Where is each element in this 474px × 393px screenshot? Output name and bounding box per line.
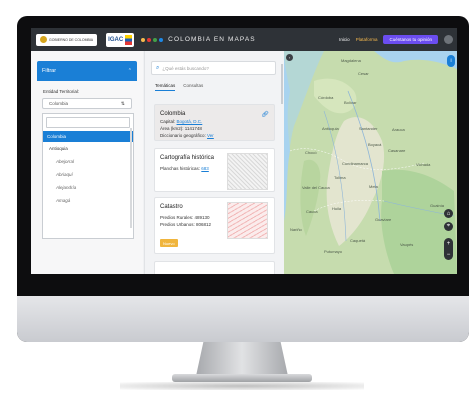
search-placeholder: ¿Qué estás buscando? xyxy=(162,65,209,71)
filter-header[interactable]: Filtrar ⌃ xyxy=(37,61,137,81)
dropdown-search-input[interactable] xyxy=(46,117,130,128)
cartografia-card[interactable]: Cartografía histórica Planchas histórica… xyxy=(154,148,275,192)
map-label: Arauca xyxy=(392,127,405,132)
map-label: Tolima xyxy=(334,175,346,180)
app-title: COLOMBIA EN MAPAS xyxy=(168,36,256,43)
map-label: Putumayo xyxy=(324,249,343,254)
map-label: Antioquia xyxy=(322,126,339,131)
nav-inicio[interactable]: Inicio xyxy=(339,37,350,42)
search-input[interactable]: ⌕ ¿Qué estás buscando? xyxy=(151,61,276,75)
map-label: Casanare xyxy=(388,148,406,153)
dropdown-option[interactable]: Antioquia xyxy=(43,142,133,155)
brand-dot-icon xyxy=(147,37,152,42)
home-icon[interactable]: ⌂ xyxy=(444,209,453,218)
entity-select[interactable]: Colombia ⇅ xyxy=(42,98,132,109)
monitor-stand xyxy=(196,342,288,376)
new-badge: Nuevo xyxy=(160,239,178,247)
zoom-out-button[interactable]: − xyxy=(447,252,451,258)
map-label: Guainía xyxy=(430,203,445,208)
map-label: Vichada xyxy=(416,162,431,167)
collapse-panel-icon[interactable]: ‹ xyxy=(286,54,293,61)
map-label: Huila xyxy=(332,206,342,211)
brand-dots xyxy=(141,37,164,42)
capital-link[interactable]: Bogotá, D.C. xyxy=(177,119,203,124)
dictionary-line: Diccionario geográfico: Ver xyxy=(160,133,274,138)
map-label: Boyacá xyxy=(368,142,382,147)
capital-label: Capital: xyxy=(160,119,176,124)
app-screen: GOBIERNO DE COLOMBIA IGAC COLOMBIA EN MA… xyxy=(31,28,457,274)
monitor-chin xyxy=(17,296,469,342)
planchas-label: Planchas históricas: xyxy=(160,166,201,171)
brand-dot-icon xyxy=(159,37,164,42)
brand-dot-icon xyxy=(141,37,146,42)
search-icon: ⌕ xyxy=(156,64,160,71)
dictionary-link[interactable]: Ver xyxy=(207,133,214,138)
map-label: Cauca xyxy=(306,209,318,214)
catastro-card[interactable]: Catastro Predios Rurales: 489130 Predios… xyxy=(154,197,275,254)
gov-logo-text: GOBIERNO DE COLOMBIA xyxy=(49,37,94,42)
dropdown-option[interactable]: Amagá xyxy=(43,194,133,207)
gov-logo[interactable]: GOBIERNO DE COLOMBIA xyxy=(36,33,98,46)
user-icon[interactable] xyxy=(444,35,453,44)
map-label: Córdoba xyxy=(318,95,334,100)
entity-label: Entidad Territorial: xyxy=(43,89,80,94)
gov-seal-icon xyxy=(40,36,47,43)
nav-plataforma[interactable]: Plataforma xyxy=(356,37,378,42)
map-label: Vaupés xyxy=(400,242,414,247)
tab-tematicas[interactable]: Temáticas xyxy=(155,83,176,91)
entity-select-value: Colombia xyxy=(49,101,69,106)
content-scrollbar[interactable] xyxy=(281,64,283,104)
map-label: Chocó xyxy=(305,150,317,155)
card-title: Colombia xyxy=(160,111,186,117)
brand-dot-icon xyxy=(153,37,158,42)
monitor-base xyxy=(172,374,312,382)
content-tabs: Temáticas Consultas xyxy=(155,83,203,91)
next-card[interactable] xyxy=(154,261,275,274)
dropdown-option[interactable]: Abejorral xyxy=(43,155,133,168)
map-label: Nariño xyxy=(290,227,302,232)
dropdown-option[interactable]: Abriaquí xyxy=(43,168,133,181)
igac-flag-icon xyxy=(125,34,133,45)
map-label: Bolívar xyxy=(344,100,357,105)
top-navbar: GOBIERNO DE COLOMBIA IGAC COLOMBIA EN MA… xyxy=(31,28,457,51)
map-label: Santander xyxy=(359,126,378,131)
area-text: Área (km2): 1141748 xyxy=(160,126,202,131)
map-label: Cundinamarca xyxy=(342,161,369,166)
dropdown-scrollbar[interactable] xyxy=(130,128,132,228)
dictionary-label: Diccionario geográfico: xyxy=(160,133,206,138)
map-label: Caquetá xyxy=(350,238,366,243)
sort-arrows-icon: ⇅ xyxy=(120,100,125,107)
dropdown-option[interactable]: Alejandría xyxy=(43,181,133,194)
zoom-in-button[interactable]: + xyxy=(447,241,451,247)
filter-sidebar: Filtrar ⌃ Entidad Territorial: Colombia … xyxy=(31,51,143,274)
capital-line: Capital: Bogotá, D.C. xyxy=(160,119,274,124)
link-icon[interactable]: 🔗︎ xyxy=(261,111,269,118)
zoom-control: + − xyxy=(444,238,453,260)
locate-icon[interactable]: ⌖ xyxy=(444,222,453,231)
map-label: Guaviare xyxy=(375,217,392,222)
colombia-card[interactable]: Colombia 🔗︎ Capital: Bogotá, D.C. Área (… xyxy=(154,104,275,141)
entity-dropdown: Colombia Antioquia Abejorral Abriaquí Al… xyxy=(42,113,134,239)
igac-logo-text: IGAC xyxy=(108,36,124,43)
colombia-map xyxy=(284,51,457,274)
historic-map-thumbnail xyxy=(227,153,268,190)
planchas-link[interactable]: 683 xyxy=(201,166,209,171)
dropdown-option[interactable]: Colombia xyxy=(43,131,133,142)
tab-consultas[interactable]: Consultas xyxy=(183,83,203,91)
map-label: Magdalena xyxy=(341,58,361,63)
info-icon[interactable]: i xyxy=(447,55,455,67)
nav-menu: Inicio Plataforma Cuéntanos tu opinión xyxy=(339,35,453,44)
map-view[interactable]: Magdalena Cesar Córdoba Bolívar Antioqui… xyxy=(284,51,457,274)
feedback-button[interactable]: Cuéntanos tu opinión xyxy=(383,35,438,44)
chevron-up-icon: ⌃ xyxy=(127,68,132,74)
stand-shadow xyxy=(120,382,364,390)
content-panel: ⌕ ¿Qué estás buscando? Temáticas Consult… xyxy=(144,51,284,274)
filter-title: Filtrar xyxy=(42,68,57,74)
igac-logo[interactable]: IGAC xyxy=(106,32,135,47)
map-label: Meta xyxy=(369,184,378,189)
map-label: Valle del Cauca xyxy=(302,185,330,190)
cadastre-thumbnail xyxy=(227,202,268,239)
map-label: Cesar xyxy=(358,71,369,76)
